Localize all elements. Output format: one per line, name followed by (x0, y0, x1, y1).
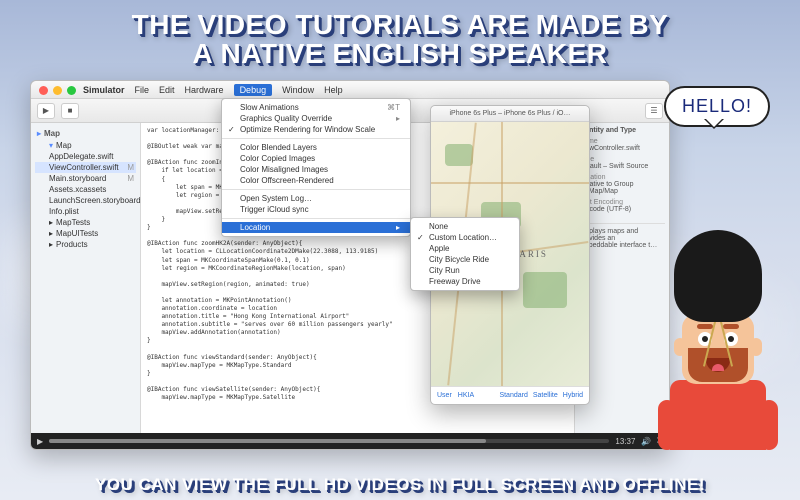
time-label: 13:37 (615, 437, 635, 446)
user-btn[interactable]: User (437, 392, 452, 399)
mi-slow-animations[interactable]: Slow Animations⌘T (222, 102, 410, 113)
nav-maptests[interactable]: ▸ MapTests (35, 217, 136, 228)
menu-file[interactable]: File (135, 85, 150, 95)
video-player-bar[interactable]: ▶ 13:37 🔊 ⛶ (31, 433, 669, 449)
mi-color-copied[interactable]: Color Copied Images (222, 153, 410, 164)
nav-infoplist[interactable]: Info.plist (35, 206, 136, 217)
loc-apple[interactable]: Apple (411, 243, 519, 254)
mi-color-blended[interactable]: Color Blended Layers (222, 142, 410, 153)
debug-menu-popup[interactable]: Slow Animations⌘T Graphics Quality Overr… (221, 98, 411, 237)
progress-bar[interactable] (49, 439, 609, 443)
mi-location[interactable]: Location (222, 222, 410, 233)
nav-mapuitests[interactable]: ▸ MapUITests (35, 228, 136, 239)
folder-icon: ▸ (37, 129, 41, 138)
nav-main-storyboard[interactable]: Main.storyboardM (35, 173, 136, 184)
mi-gqo[interactable]: Graphics Quality Override▸ (222, 113, 410, 124)
project-navigator[interactable]: ▸Map ▾Map AppDelegate.swift ViewControll… (31, 123, 141, 433)
run-button[interactable]: ▶ (37, 103, 55, 119)
menu-hardware[interactable]: Hardware (185, 85, 224, 95)
app-name: Simulator (83, 85, 125, 95)
sim-bottom-bar: User HKIA Standard Satellite Hybrid (431, 386, 589, 404)
menu-help[interactable]: Help (324, 85, 343, 95)
loc-run[interactable]: City Run (411, 265, 519, 276)
mi-open-syslog[interactable]: Open System Log… (222, 193, 410, 204)
menu-debug[interactable]: Debug (234, 84, 273, 96)
hero-footer: YOU CAN VIEW THE FULL HD VIDEOS IN FULL … (0, 476, 800, 494)
menu-edit[interactable]: Edit (159, 85, 175, 95)
nav-appdelegate[interactable]: AppDelegate.swift (35, 151, 136, 162)
nav-launchscreen[interactable]: LaunchScreen.storyboard (35, 195, 136, 206)
sat-btn[interactable]: Satellite (533, 392, 558, 399)
menu-window[interactable]: Window (282, 85, 314, 95)
guard-illustration (648, 220, 788, 450)
hero-headline: THE VIDEO TUTORIALS ARE MADE BY A NATIVE… (0, 10, 800, 69)
folder-icon: ▾ (49, 141, 53, 150)
speech-bubble: HELLO! (664, 86, 770, 127)
loc-freeway[interactable]: Freeway Drive (411, 276, 519, 287)
panel-toggle[interactable]: ☰ (645, 103, 663, 119)
nav-assets[interactable]: Assets.xcassets (35, 184, 136, 195)
nav-products[interactable]: ▸ Products (35, 239, 136, 250)
mi-trigger-icloud[interactable]: Trigger iCloud sync (222, 204, 410, 215)
loc-none[interactable]: None (411, 221, 519, 232)
hyb-btn[interactable]: Hybrid (563, 392, 583, 399)
loc-bike[interactable]: City Bicycle Ride (411, 254, 519, 265)
sim-title: iPhone 6s Plus – iPhone 6s Plus / iO… (431, 106, 589, 122)
mi-color-misaligned[interactable]: Color Misaligned Images (222, 164, 410, 175)
play-icon[interactable]: ▶ (37, 437, 43, 446)
location-submenu[interactable]: None Custom Location… Apple City Bicycle… (410, 217, 520, 291)
mi-color-offscreen[interactable]: Color Offscreen-Rendered (222, 175, 410, 186)
window-traffic-lights[interactable] (39, 86, 76, 95)
stop-button[interactable]: ■ (61, 103, 79, 119)
loc-custom[interactable]: Custom Location… (411, 232, 519, 243)
hkia-btn[interactable]: HKIA (458, 392, 474, 399)
menubar[interactable]: Simulator File Edit Hardware Debug Windo… (31, 81, 669, 99)
nav-viewcontroller[interactable]: ViewController.swiftM (35, 162, 136, 173)
std-btn[interactable]: Standard (499, 392, 527, 399)
mi-optimize-rendering[interactable]: Optimize Rendering for Window Scale (222, 124, 410, 135)
